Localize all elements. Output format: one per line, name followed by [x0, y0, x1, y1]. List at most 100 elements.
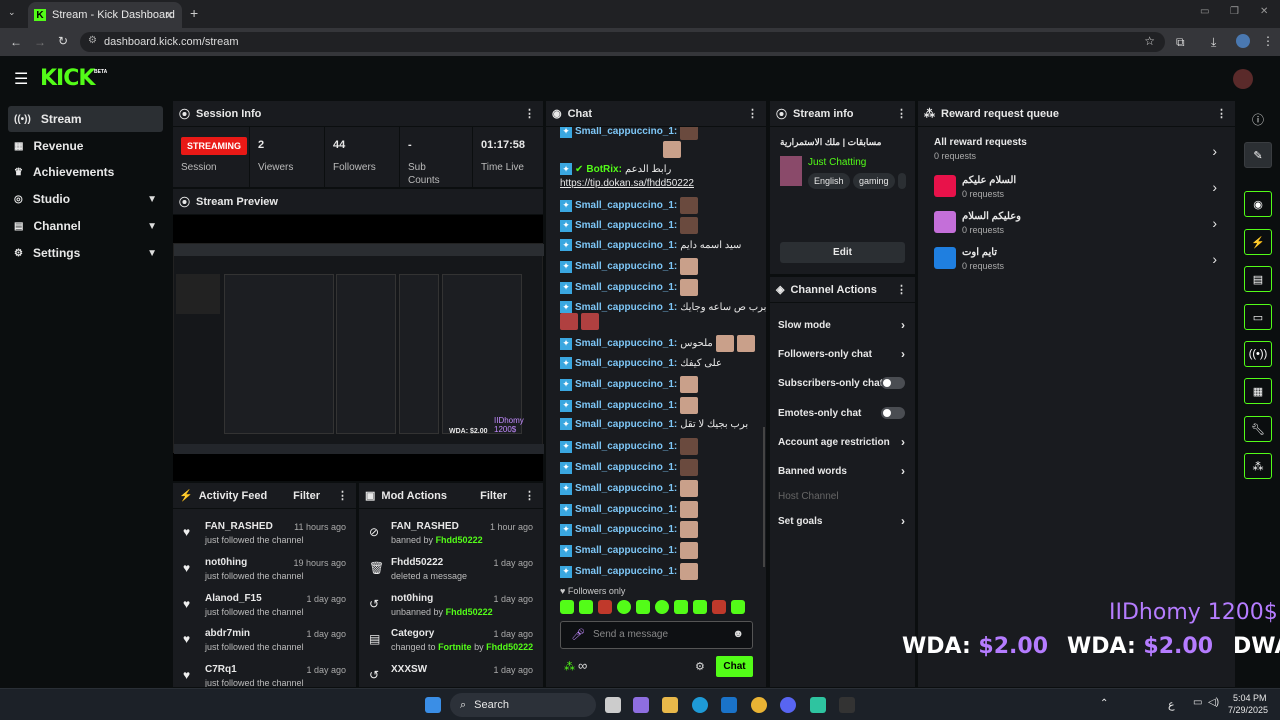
- reward-item[interactable]: السلام عليكم 0 requests ›: [918, 171, 1235, 207]
- browser-tab[interactable]: K Stream - Kick Dashboard ✕: [28, 2, 182, 28]
- preview-video[interactable]: IIDhomy 1200$ WDA: $2.00: [173, 243, 544, 454]
- edit-button[interactable]: Edit: [780, 242, 905, 263]
- restore-icon[interactable]: ❐: [1230, 6, 1239, 17]
- tab-list-icon[interactable]: ⌄: [8, 7, 16, 18]
- rail-tools-button[interactable]: 🔧︎: [1244, 416, 1272, 442]
- edge-icon[interactable]: [692, 697, 708, 713]
- chat-input[interactable]: 🎤︎ Send a message ☻: [560, 621, 753, 649]
- forward-icon[interactable]: →: [34, 35, 46, 49]
- profile-icon[interactable]: [1236, 34, 1250, 48]
- emote-button[interactable]: [579, 600, 593, 614]
- rail-stream-button[interactable]: ((•)): [1244, 341, 1272, 367]
- outlook-icon[interactable]: [721, 697, 737, 713]
- minimize-icon[interactable]: ▭: [1200, 6, 1209, 17]
- taskbar-search[interactable]: ⌕ Search: [450, 693, 596, 717]
- more-options-icon[interactable]: ⋮: [524, 489, 535, 502]
- kick-logo[interactable]: KICK: [40, 66, 95, 91]
- back-icon[interactable]: ←: [10, 35, 22, 49]
- chat-scrollbar[interactable]: [763, 427, 765, 567]
- item-time: 1 day ago: [493, 665, 533, 675]
- overlay-donation-text: WDA: $2.00: [1067, 634, 1214, 659]
- sidebar-item-channel[interactable]: ▤ Channel ▼: [8, 213, 163, 239]
- start-icon[interactable]: [425, 697, 441, 713]
- sidebar-item-settings[interactable]: ⚙ Settings ▼: [8, 240, 163, 266]
- emotes-only-toggle[interactable]: [881, 407, 905, 419]
- file-explorer-icon[interactable]: [662, 697, 678, 713]
- network-icon[interactable]: ▭: [1193, 697, 1202, 708]
- emote-button[interactable]: [598, 600, 612, 614]
- emote-button[interactable]: [674, 600, 688, 614]
- new-tab-icon[interactable]: +: [190, 5, 198, 21]
- chat-link[interactable]: https://tip.dokan.sa/fhdd50222: [560, 178, 694, 189]
- chat-settings-icon[interactable]: ⚙: [695, 660, 705, 673]
- chat-send-button[interactable]: Chat: [716, 656, 753, 677]
- close-tab-icon[interactable]: ✕: [165, 9, 174, 22]
- emote-button[interactable]: [731, 600, 745, 614]
- user-avatar[interactable]: [1233, 69, 1253, 89]
- rail-mod-button[interactable]: ▤: [1244, 266, 1272, 292]
- mic-icon[interactable]: 🎤︎: [571, 628, 585, 641]
- more-options-icon[interactable]: ⋮: [1216, 107, 1227, 120]
- stream-category[interactable]: Just Chatting: [808, 157, 866, 168]
- filter-button[interactable]: Filter: [293, 490, 320, 502]
- app-icon[interactable]: [810, 697, 826, 713]
- reload-icon[interactable]: ↻: [58, 34, 68, 48]
- url-bar[interactable]: ⚙ dashboard.kick.com/stream ☆: [80, 32, 1165, 52]
- epic-games-icon[interactable]: [839, 697, 855, 713]
- filter-button[interactable]: Filter: [480, 490, 507, 502]
- discord-icon[interactable]: [780, 697, 796, 713]
- action-account-age[interactable]: Account age restriction ›: [770, 428, 915, 456]
- language-indicator[interactable]: ع: [1168, 698, 1175, 711]
- hamburger-menu-icon[interactable]: ☰: [14, 69, 28, 89]
- bookmark-star-icon[interactable]: ☆: [1144, 34, 1155, 48]
- more-options-icon[interactable]: ⋮: [747, 107, 758, 120]
- sidebar-item-revenue[interactable]: ▦ Revenue: [8, 133, 163, 159]
- clock-time[interactable]: 5:04 PM: [1233, 693, 1267, 703]
- site-info-icon[interactable]: ⚙: [88, 35, 97, 46]
- points-icon[interactable]: ⁂: [564, 660, 575, 673]
- emote-button[interactable]: [560, 600, 574, 614]
- badge-icon: ✦: [560, 482, 572, 495]
- window-close-icon[interactable]: ✕: [1260, 6, 1268, 17]
- browser-menu-icon[interactable]: ⋮: [1262, 34, 1274, 48]
- chat-messages[interactable]: ✦ Small_cappuccino_1: ✦ ✔ BotRix: رابط الدعم…: [546, 127, 766, 581]
- rail-rewards-button[interactable]: ⁂: [1244, 453, 1272, 479]
- more-options-icon[interactable]: ⋮: [524, 107, 535, 120]
- edit-layout-button[interactable]: ✎: [1244, 142, 1272, 168]
- rail-activity-button[interactable]: ⚡: [1244, 229, 1272, 255]
- rail-session-button[interactable]: ◉: [1244, 191, 1272, 217]
- subscribers-only-toggle[interactable]: [881, 377, 905, 389]
- reward-item[interactable]: وعليكم السلام 0 requests ›: [918, 207, 1235, 243]
- action-followers-only[interactable]: Followers-only chat ›: [770, 340, 915, 368]
- all-reward-requests[interactable]: All reward requests 0 requests ›: [918, 135, 1235, 171]
- emote-button[interactable]: [636, 600, 650, 614]
- sidebar-item-stream[interactable]: ((•)) Stream: [8, 106, 163, 132]
- rail-chat-button[interactable]: ▭: [1244, 304, 1272, 330]
- emote-button[interactable]: [655, 600, 669, 614]
- task-view-icon[interactable]: [605, 697, 621, 713]
- action-set-goals[interactable]: Set goals ›: [770, 507, 915, 535]
- emote-button[interactable]: [712, 600, 726, 614]
- reward-item[interactable]: تايم اوت 0 requests ›: [918, 243, 1235, 279]
- extensions-icon[interactable]: ⧉: [1176, 35, 1185, 50]
- rail-actions-button[interactable]: ▦: [1244, 378, 1272, 404]
- chrome-icon[interactable]: [751, 697, 767, 713]
- download-icon[interactable]: ⤓: [1211, 35, 1216, 50]
- panel-header: ⦿ Session Info ⋮: [173, 101, 543, 127]
- emote-button[interactable]: [617, 600, 631, 614]
- action-banned-words[interactable]: Banned words ›: [770, 457, 915, 485]
- sidebar-item-studio[interactable]: ◎ Studio ▼: [8, 186, 163, 212]
- tray-expand-icon[interactable]: ⌃: [1100, 698, 1108, 709]
- volume-icon[interactable]: ◁): [1208, 697, 1219, 708]
- emote-button[interactable]: [693, 600, 707, 614]
- more-options-icon[interactable]: ⋮: [337, 489, 348, 502]
- sidebar-item-achievements[interactable]: ♛ Achievements: [8, 159, 163, 185]
- copilot-icon[interactable]: [633, 697, 649, 713]
- more-options-icon[interactable]: ⋮: [896, 107, 907, 120]
- emoji-picker-icon[interactable]: ☻: [732, 628, 744, 640]
- info-icon[interactable]: ⓘ: [1252, 111, 1264, 128]
- action-slow-mode[interactable]: Slow mode ›: [770, 311, 915, 339]
- list-item: ⊘ FAN_RASHED banned by Fhdd50222 1 hour …: [359, 517, 543, 553]
- clock-date[interactable]: 7/29/2025: [1228, 705, 1268, 715]
- more-options-icon[interactable]: ⋮: [896, 283, 907, 296]
